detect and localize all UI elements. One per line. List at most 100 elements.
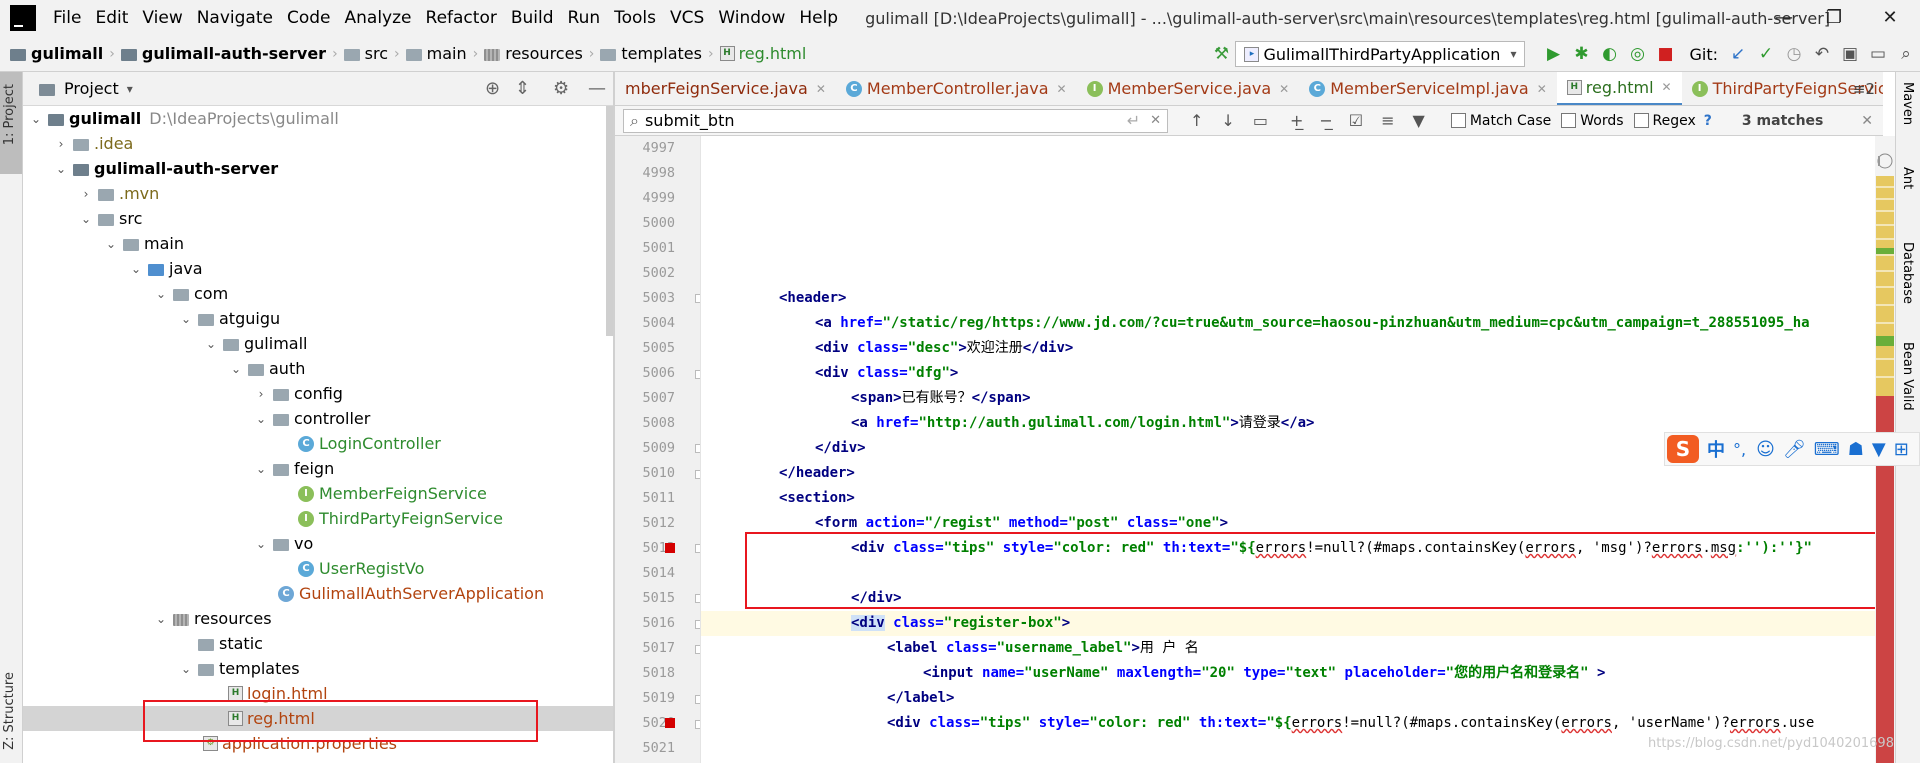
tree-item-vo[interactable]: ⌄ vo <box>23 531 613 556</box>
tree-scrollbar[interactable] <box>606 106 613 336</box>
tree-item-mvn[interactable]: › .mvn <box>23 181 613 206</box>
project-panel-title[interactable]: Project <box>64 79 119 98</box>
bean-validation-tool-label[interactable]: Bean Valid <box>1900 342 1915 411</box>
git-commit-icon[interactable]: ✓ <box>1752 44 1780 64</box>
run-configuration-select[interactable]: ▸ GulimallThirdPartyApplication ▾ <box>1235 41 1526 67</box>
close-icon[interactable]: ✕ <box>816 82 826 96</box>
breakpoint-marker-icon[interactable] <box>665 543 675 553</box>
collapse-all-icon[interactable]: ⇕ <box>515 78 530 99</box>
tree-item-main[interactable]: ⌄ main <box>23 231 613 256</box>
menu-view[interactable]: View <box>135 0 189 36</box>
tree-item-src[interactable]: ⌄ src <box>23 206 613 231</box>
project-tool-label[interactable]: 1: Project <box>2 84 17 145</box>
open-in-window-icon[interactable]: ▭ <box>1253 111 1268 130</box>
git-update-icon[interactable]: ↙ <box>1724 44 1752 64</box>
tree-item-login-controller[interactable]: C LoginController <box>23 431 613 456</box>
menu-build[interactable]: Build <box>504 0 561 36</box>
breadcrumb-gulimall[interactable]: gulimall <box>0 44 107 63</box>
tab-overflow-button[interactable]: ≡2 <box>1853 80 1875 98</box>
tree-item-resources[interactable]: ⌄ resources <box>23 606 613 631</box>
search-icon[interactable]: ⌕ <box>630 111 639 131</box>
find-in-selection-icon[interactable]: ≡ <box>1381 111 1394 130</box>
tree-item-com[interactable]: ⌄ com <box>23 281 613 306</box>
menu-tools[interactable]: Tools <box>607 0 663 36</box>
regex-option[interactable]: Regex <box>1633 113 1696 129</box>
previous-occurrence-icon[interactable]: ↑ <box>1190 111 1203 130</box>
git-rollback-icon[interactable]: ↶ <box>1808 44 1836 64</box>
maven-tool-label[interactable]: Maven <box>1900 82 1915 125</box>
breadcrumb-reg-html[interactable]: Hreg.html <box>716 44 811 63</box>
close-icon[interactable]: ✕ <box>1537 82 1547 96</box>
structure-tool-label[interactable]: Z: Structure <box>2 672 17 750</box>
ime-punctuation-toggle[interactable]: °, <box>1733 440 1746 459</box>
menu-analyze[interactable]: Analyze <box>338 0 419 36</box>
tree-item-config[interactable]: › config <box>23 381 613 406</box>
menu-run[interactable]: Run <box>561 0 608 36</box>
presentation-icon[interactable]: ▭ <box>1864 44 1892 64</box>
breadcrumb-src[interactable]: src <box>340 44 392 63</box>
match-case-option[interactable]: Match Case <box>1450 113 1551 129</box>
next-occurrence-icon[interactable]: ↓ <box>1221 111 1234 130</box>
database-tool-label[interactable]: Database <box>1900 242 1915 304</box>
tree-item-auth[interactable]: ⌄ auth <box>23 356 613 381</box>
close-window-button[interactable]: ✕ <box>1866 0 1914 36</box>
sogou-logo-icon[interactable]: S <box>1667 435 1699 463</box>
breadcrumb-templates[interactable]: templates <box>596 44 706 63</box>
hide-panel-icon[interactable]: — <box>588 78 606 99</box>
tree-item-atguigu[interactable]: ⌄ atguigu <box>23 306 613 331</box>
profile-icon[interactable]: ◎ <box>1623 44 1651 64</box>
coverage-icon[interactable]: ◐ <box>1595 44 1623 64</box>
tree-item-controller[interactable]: ⌄ controller <box>23 406 613 431</box>
tree-item-java[interactable]: ⌄ java <box>23 256 613 281</box>
menu-edit[interactable]: Edit <box>88 0 135 36</box>
close-icon[interactable]: ✕ <box>1279 82 1289 96</box>
add-selection-icon[interactable]: +̲ <box>1290 111 1303 130</box>
debug-icon[interactable]: ✱ <box>1567 44 1595 64</box>
locate-file-icon[interactable]: ⊕ <box>485 78 500 99</box>
menu-window[interactable]: Window <box>711 0 792 36</box>
new-line-icon[interactable]: ↵ <box>1127 111 1140 130</box>
menu-refactor[interactable]: Refactor <box>419 0 504 36</box>
run-icon[interactable]: ▶ <box>1539 44 1567 64</box>
restore-button[interactable]: ❐ <box>1810 0 1858 36</box>
tab-member-service[interactable]: I MemberService.java ✕ <box>1077 72 1300 105</box>
ime-skin-icon[interactable]: ▼ <box>1872 439 1886 460</box>
git-history-icon[interactable]: ◷ <box>1780 44 1808 64</box>
tree-item-static[interactable]: static <box>23 631 613 656</box>
ime-user-icon[interactable]: ☗ <box>1848 439 1864 460</box>
tree-item-thirdparty-feign[interactable]: I ThirdPartyFeignService <box>23 506 613 531</box>
ime-toolbox-icon[interactable]: ⊞ <box>1894 439 1909 460</box>
tree-item-idea[interactable]: › .idea <box>23 131 613 156</box>
clear-icon[interactable]: ✕ <box>1150 113 1161 128</box>
filter-icon[interactable]: ▼ <box>1413 111 1425 130</box>
minimize-button[interactable]: — <box>1760 0 1808 36</box>
close-find-icon[interactable]: ✕ <box>1861 113 1873 129</box>
tree-item-member-feign[interactable]: I MemberFeignService <box>23 481 613 506</box>
menu-vcs[interactable]: VCS <box>663 0 711 36</box>
breakpoint-marker-icon[interactable] <box>665 718 675 728</box>
menu-navigate[interactable]: Navigate <box>190 0 280 36</box>
find-input[interactable]: ⌕ submit_btn ↵ ✕ <box>623 108 1168 133</box>
menu-help[interactable]: Help <box>792 0 845 36</box>
tree-item-auth-server[interactable]: ⌄ gulimall-auth-server <box>23 156 613 181</box>
search-everywhere-icon[interactable]: ⌕ <box>1892 44 1920 64</box>
ime-language-toggle[interactable]: 中 <box>1707 436 1725 462</box>
remove-selection-icon[interactable]: −̲ <box>1319 111 1332 130</box>
gear-icon[interactable]: ⚙ <box>553 78 569 99</box>
breadcrumb-main[interactable]: main <box>402 44 471 63</box>
tab-member-controller[interactable]: C MemberController.java ✕ <box>836 72 1077 105</box>
menu-code[interactable]: Code <box>280 0 338 36</box>
words-checkbox[interactable] <box>1561 113 1577 128</box>
words-option[interactable]: Words <box>1561 113 1624 129</box>
ant-tool-label[interactable]: Ant <box>1900 167 1915 189</box>
tab-member-feign-service[interactable]: mberFeignService.java ✕ <box>615 72 836 105</box>
regex-help-link[interactable]: ? <box>1704 113 1712 129</box>
regex-checkbox[interactable] <box>1633 113 1649 128</box>
ime-microphone-icon[interactable]: 🎤︎ <box>1783 439 1806 460</box>
match-case-checkbox[interactable] <box>1450 113 1466 128</box>
tree-item-user-regist-vo[interactable]: C UserRegistVo <box>23 556 613 581</box>
chevron-down-icon[interactable]: ▾ <box>127 82 133 96</box>
tree-item-gulimall[interactable]: ⌄ gulimall D:\IdeaProjects\gulimall <box>23 106 613 131</box>
select-all-occurrences-icon[interactable]: ☑ <box>1349 111 1363 130</box>
ime-keyboard-icon[interactable]: ⌨ <box>1814 439 1840 460</box>
